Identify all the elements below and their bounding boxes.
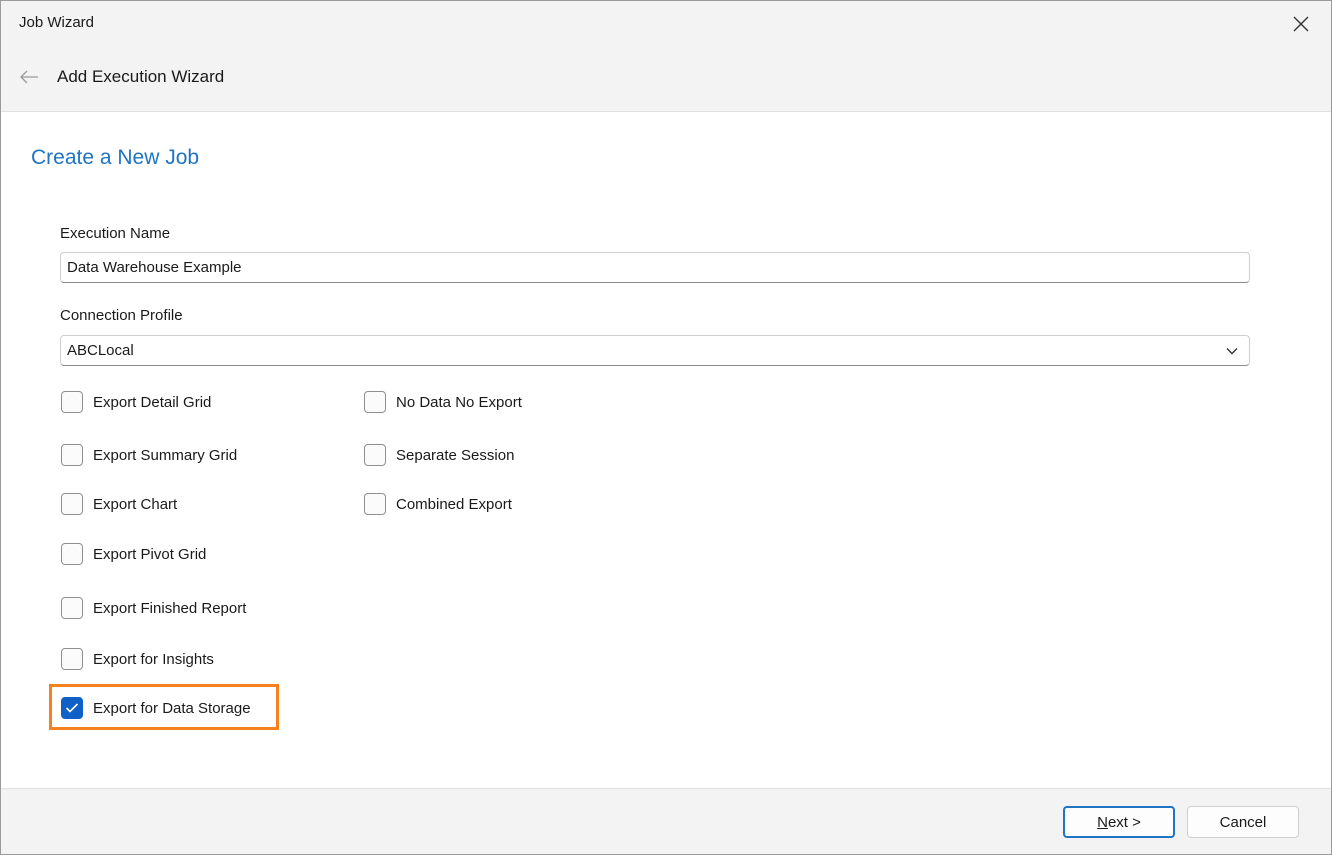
window-title: Job Wizard bbox=[19, 14, 95, 31]
connection-profile-label: Connection Profile bbox=[60, 307, 183, 324]
checkbox-label: Export for Data Storage bbox=[93, 699, 251, 717]
separate-session-checkbox[interactable]: Separate Session bbox=[364, 442, 514, 468]
back-button[interactable] bbox=[15, 64, 43, 90]
connection-profile-value: ABCLocal bbox=[67, 342, 134, 359]
export-for-data-storage-checkbox[interactable]: Export for Data Storage bbox=[61, 695, 251, 721]
execution-name-label: Execution Name bbox=[60, 225, 171, 242]
next-mnemonic: N bbox=[1097, 813, 1108, 831]
combined-export-checkbox[interactable]: Combined Export bbox=[364, 491, 512, 517]
next-button[interactable]: Next > bbox=[1063, 806, 1175, 838]
export-for-insights-checkbox[interactable]: Export for Insights bbox=[61, 646, 214, 672]
checkbox-box bbox=[61, 648, 83, 670]
export-chart-checkbox[interactable]: Export Chart bbox=[61, 491, 177, 517]
job-wizard-window: Job Wizard Add Execution Wizard Create a… bbox=[0, 0, 1332, 855]
checkbox-box bbox=[61, 391, 83, 413]
checkbox-label: Export Detail Grid bbox=[93, 393, 212, 411]
export-detail-grid-checkbox[interactable]: Export Detail Grid bbox=[61, 389, 211, 415]
checkmark-icon bbox=[65, 703, 79, 713]
checkbox-box bbox=[61, 444, 83, 466]
export-summary-grid-checkbox[interactable]: Export Summary Grid bbox=[61, 442, 237, 468]
cancel-button[interactable]: Cancel bbox=[1187, 806, 1299, 838]
checkbox-box bbox=[364, 391, 386, 413]
checkbox-box bbox=[364, 444, 386, 466]
checkbox-label: Export Pivot Grid bbox=[93, 545, 207, 563]
close-button[interactable] bbox=[1285, 9, 1317, 39]
checkbox-label: Combined Export bbox=[396, 495, 512, 513]
page-title: Create a New Job bbox=[31, 146, 200, 169]
execution-name-input[interactable] bbox=[60, 252, 1250, 283]
checkbox-box bbox=[364, 493, 386, 515]
chevron-down-icon bbox=[1226, 348, 1238, 355]
checkbox-label: Export Summary Grid bbox=[93, 446, 238, 464]
close-icon bbox=[1293, 16, 1309, 32]
export-finished-report-checkbox[interactable]: Export Finished Report bbox=[61, 595, 246, 621]
checkbox-box bbox=[61, 543, 83, 565]
title-bar: Job Wizard Add Execution Wizard bbox=[1, 1, 1331, 112]
connection-profile-select[interactable]: ABCLocal bbox=[60, 335, 1250, 366]
no-data-no-export-checkbox[interactable]: No Data No Export bbox=[364, 389, 522, 415]
footer-bar: Next > Cancel bbox=[1, 788, 1331, 854]
checkbox-box bbox=[61, 597, 83, 619]
checkbox-label: Export for Insights bbox=[93, 650, 214, 668]
checkbox-box-checked bbox=[61, 697, 83, 719]
arrow-left-icon bbox=[20, 70, 38, 84]
next-label: ext > bbox=[1107, 813, 1141, 831]
checkbox-label: Separate Session bbox=[396, 446, 515, 464]
checkbox-box bbox=[61, 493, 83, 515]
checkbox-label: Export Chart bbox=[93, 495, 178, 513]
checkbox-label: No Data No Export bbox=[396, 393, 522, 411]
export-pivot-grid-checkbox[interactable]: Export Pivot Grid bbox=[61, 541, 206, 567]
checkbox-label: Export Finished Report bbox=[93, 599, 247, 617]
wizard-title: Add Execution Wizard bbox=[57, 67, 225, 86]
